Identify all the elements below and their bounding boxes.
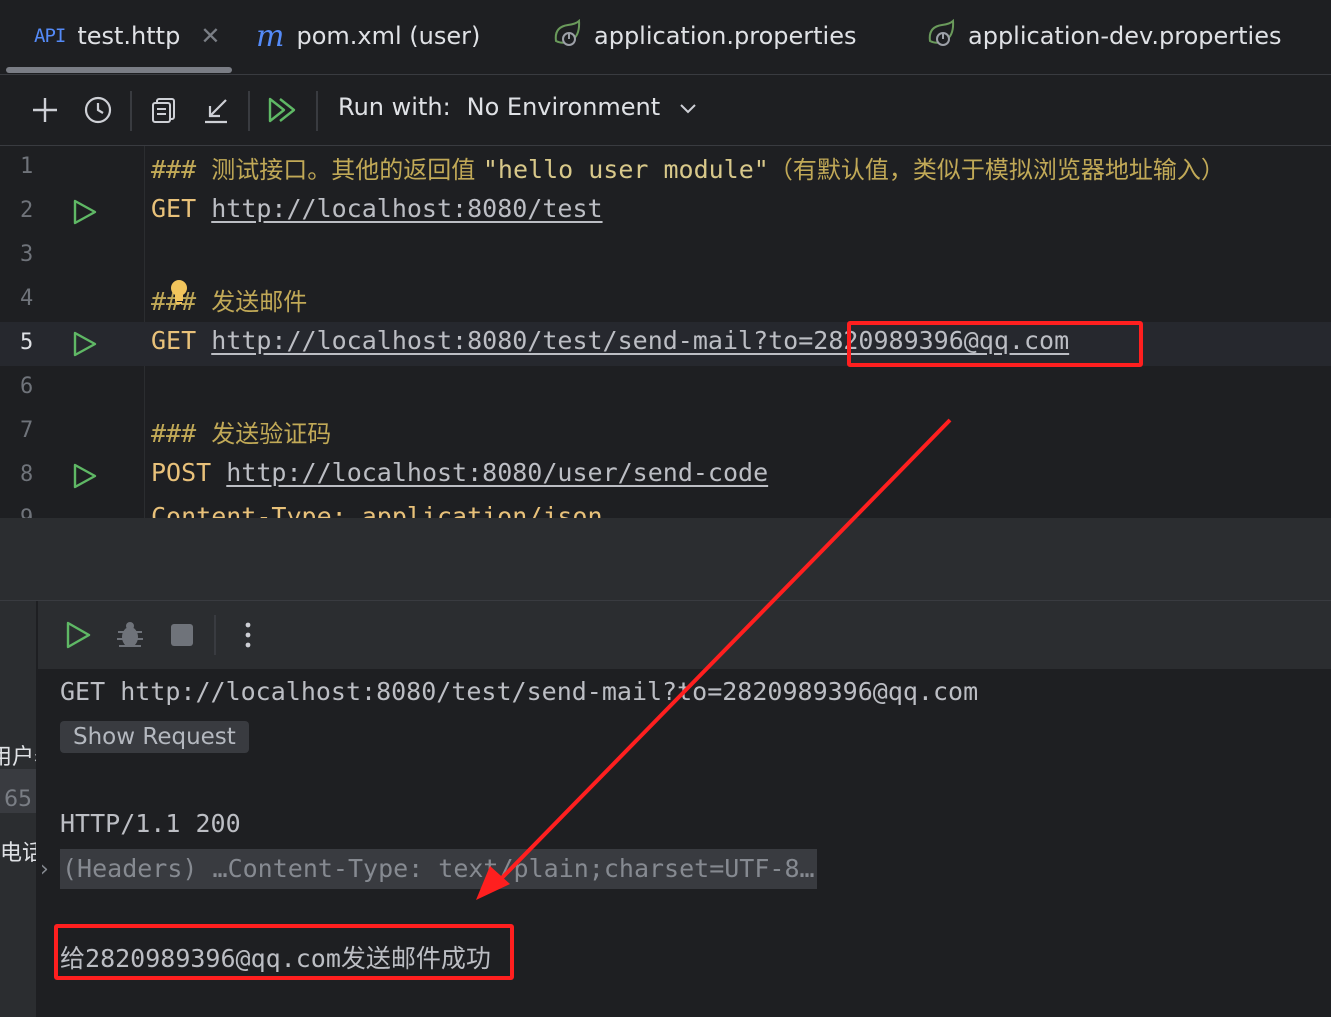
tab-label: test.http [77,22,181,50]
spring-icon [926,18,956,53]
response-status: HTTP/1.1 200 [60,809,241,838]
code-text: ### 测试接口。其他的返回值 "hello user module"（有默认值… [151,155,1225,184]
add-request-button[interactable] [27,92,63,128]
examples-icon[interactable] [146,92,182,128]
response-headers-collapsed[interactable]: (Headers) …Content-Type: text/plain;char… [60,849,817,889]
tab-application-properties[interactable]: application.properties [552,0,857,72]
request-url-link[interactable]: http://localhost:8080/user/send-code [226,458,768,487]
code-line: 9 Content-Type: application/json [0,498,1331,518]
run-icon[interactable] [60,617,96,653]
lightbulb-icon[interactable] [168,278,190,310]
more-options-icon[interactable] [230,617,266,653]
import-icon[interactable] [198,92,234,128]
side-text: 65 [4,787,32,812]
line-number: 4 [20,286,34,311]
tab-label: application.properties [594,22,857,50]
side-text: 用户表 [0,745,36,770]
http-client-toolbar: Run with: No Environment [0,75,1331,146]
environment-value: No Environment [466,93,661,121]
code-text: Content-Type: application/json [151,502,603,518]
chevron-down-icon [680,104,696,114]
response-panel: GET http://localhost:8080/test/send-mail… [38,601,1331,1017]
tab-label: application-dev.properties [968,22,1282,50]
maven-icon: m [256,18,285,54]
response-request-line: GET http://localhost:8080/test/send-mail… [60,677,979,706]
run-with-environment-selector[interactable]: Run with: No Environment [338,93,698,121]
side-panel-cropped: 用户表 65 电话 [0,601,36,1017]
run-request-icon[interactable] [72,198,98,230]
tab-label: pom.xml (user) [296,22,481,50]
run-request-icon[interactable] [72,462,98,494]
code-line: 8 POST http://localhost:8080/user/send-c… [0,454,1331,498]
code-line: 7 ### 发送验证码 [0,410,1331,454]
code-text: GET http://localhost:8080/test [151,194,603,223]
code-line: 6 [0,366,1331,410]
result-highlight-box [54,924,514,980]
editor-tab-bar: API test.http ✕ m pom.xml (user) applica… [0,0,1331,75]
line-number: 6 [20,374,34,399]
code-line: 1 ### 测试接口。其他的返回值 "hello user module"（有默… [0,146,1331,190]
stop-icon[interactable] [164,617,200,653]
api-icon: API [34,25,66,47]
code-line: 4 ### 发送邮件 [0,278,1331,322]
tab-test-http[interactable]: API test.http ✕ [34,0,220,72]
run-with-label: Run with: [338,93,451,121]
tab-application-dev-properties[interactable]: application-dev.properties [926,0,1282,72]
side-text: 电话 [0,841,36,866]
line-number: 1 [20,154,34,179]
line-number: 8 [20,462,34,487]
debug-icon[interactable] [112,617,148,653]
line-number: 7 [20,418,34,443]
tab-pom-xml[interactable]: m pom.xml (user) [256,0,480,72]
history-icon[interactable] [80,92,116,128]
response-toolbar [38,601,1331,669]
active-tab-indicator [6,67,232,73]
email-highlight-box [847,321,1143,367]
chevron-right-icon[interactable]: › [40,857,49,882]
panel-splitter[interactable] [0,518,1331,601]
request-url-link[interactable]: http://localhost:8080/test [211,194,602,223]
run-all-requests-icon[interactable] [263,92,299,128]
line-number: 3 [20,242,34,267]
http-request-editor[interactable]: 1 ### 测试接口。其他的返回值 "hello user module"（有默… [0,146,1331,518]
run-request-icon[interactable] [72,330,98,362]
code-text: POST http://localhost:8080/user/send-cod… [151,458,769,487]
spring-icon [552,18,582,53]
show-request-button[interactable]: Show Request [60,721,249,753]
code-text: ### 发送验证码 [151,419,332,448]
code-line: 2 GET http://localhost:8080/test [0,190,1331,234]
line-number: 9 [20,506,70,518]
close-icon[interactable]: ✕ [200,22,220,50]
code-line: 3 [0,234,1331,278]
line-number: 2 [20,198,34,223]
line-number: 5 [20,330,34,355]
